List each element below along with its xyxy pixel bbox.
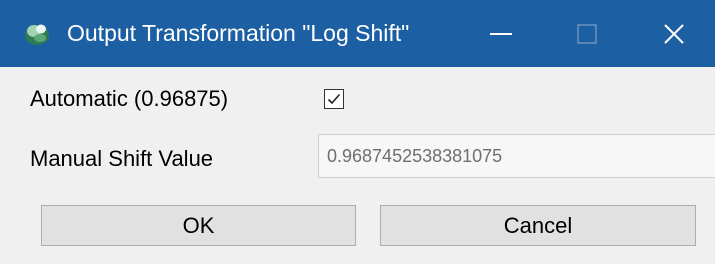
- cancel-button[interactable]: Cancel: [380, 205, 696, 246]
- close-button[interactable]: [633, 0, 715, 67]
- window-title: Output Transformation "Log Shift": [67, 20, 410, 46]
- dialog-window: Output Transformation "Log Shift" Automa…: [0, 0, 715, 264]
- app-icon: [23, 20, 51, 46]
- maximize-icon: [577, 23, 597, 44]
- minimize-icon: [490, 32, 512, 36]
- close-icon: [663, 23, 685, 45]
- checkmark-icon: [327, 93, 341, 105]
- manual-shift-label: Manual Shift Value: [30, 146, 214, 171]
- minimize-button[interactable]: [460, 0, 542, 67]
- maximize-button[interactable]: [546, 0, 628, 67]
- ok-button[interactable]: OK: [41, 205, 356, 246]
- title-bar[interactable]: Output Transformation "Log Shift": [0, 0, 715, 67]
- automatic-label: Automatic (0.96875): [30, 86, 229, 111]
- automatic-checkbox[interactable]: [324, 89, 344, 109]
- manual-shift-input[interactable]: [318, 134, 715, 178]
